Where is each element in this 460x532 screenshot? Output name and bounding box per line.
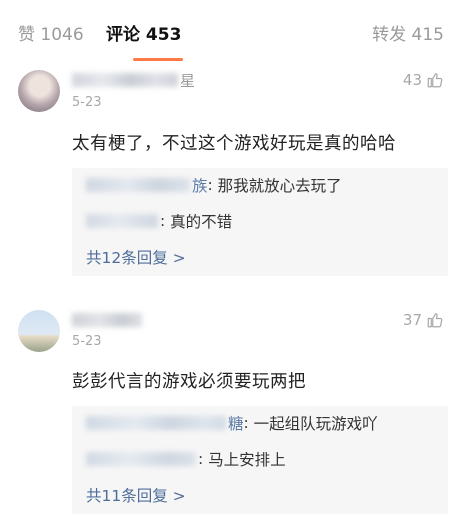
avatar[interactable]	[18, 70, 60, 112]
tab-likes[interactable]: 赞 1046	[18, 20, 84, 45]
view-more-replies-link[interactable]: 共12条回复 >	[86, 246, 186, 268]
comment-item: 5-23 37 彭彭代言的游戏必须要玩两把 糖 : 一起组队玩游戏吖 : 马上安…	[0, 300, 460, 532]
comment-date: 5-23	[72, 95, 102, 110]
comment-tabs: 赞 1046 评论 453 转发 415	[0, 0, 460, 62]
view-more-replies-link[interactable]: 共11条回复 >	[86, 484, 186, 506]
comment-date: 5-23	[72, 334, 102, 349]
username-visible-part[interactable]: 星	[180, 70, 195, 91]
active-tab-indicator	[133, 58, 183, 61]
username-blurred[interactable]	[72, 73, 178, 87]
reply-username-blurred	[86, 452, 196, 466]
comment-text: 彭彭代言的游戏必须要玩两把	[72, 372, 306, 392]
like-button[interactable]: 43	[403, 71, 444, 89]
like-button[interactable]: 37	[403, 311, 444, 329]
reply-username-blurred	[86, 214, 158, 228]
reply-text: 一起组队玩游戏吖	[253, 415, 378, 433]
reply-text: 真的不错	[170, 213, 233, 231]
thumb-up-icon	[427, 313, 443, 328]
like-count: 43	[402, 71, 422, 89]
tab-reposts[interactable]: 转发 415	[372, 20, 444, 45]
comment-text: 太有梗了，不过这个游戏好玩是真的哈哈	[72, 134, 396, 154]
reply-item[interactable]: 族 : 那我就放心去玩了	[86, 174, 342, 196]
like-count: 37	[402, 311, 422, 329]
tab-comments[interactable]: 评论 453	[106, 20, 181, 45]
username-blurred[interactable]	[72, 313, 142, 327]
reply-username-blurred	[86, 416, 226, 430]
avatar[interactable]	[18, 310, 60, 352]
reply-username-visible-part[interactable]: 糖	[228, 412, 244, 434]
reply-item[interactable]: : 真的不错	[86, 210, 232, 232]
reply-item[interactable]: : 马上安排上	[86, 448, 286, 470]
comment-item: 星 5-23 43 太有梗了，不过这个游戏好玩是真的哈哈 族 : 那我就放心去玩…	[0, 62, 460, 294]
reply-username-visible-part[interactable]: 族	[192, 174, 208, 196]
reply-username-blurred	[86, 178, 190, 192]
reply-item[interactable]: 糖 : 一起组队玩游戏吖	[86, 412, 378, 434]
reply-text: 马上安排上	[208, 451, 286, 469]
reply-box[interactable]: 族 : 那我就放心去玩了 : 真的不错 共12条回复 >	[72, 168, 448, 276]
reply-text: 那我就放心去玩了	[217, 177, 342, 195]
reply-box[interactable]: 糖 : 一起组队玩游戏吖 : 马上安排上 共11条回复 >	[72, 406, 448, 514]
thumb-up-icon	[427, 73, 443, 88]
